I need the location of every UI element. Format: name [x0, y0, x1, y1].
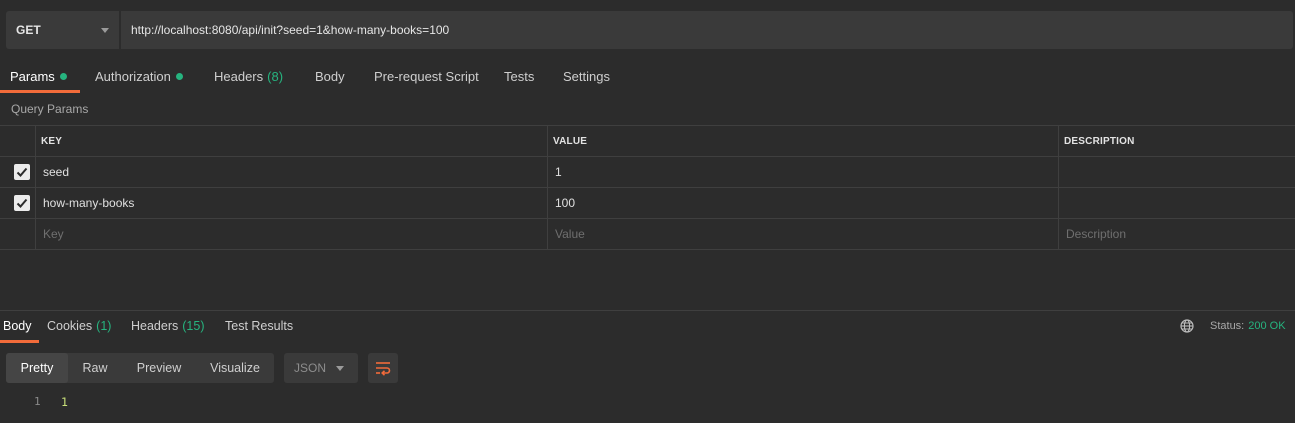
- tab-label: Body: [3, 319, 32, 333]
- key-input-placeholder[interactable]: Key: [43, 227, 64, 241]
- param-key[interactable]: how-many-books: [43, 196, 134, 210]
- active-dot-icon: [59, 73, 67, 81]
- mode-label: Pretty: [20, 361, 54, 375]
- tab-label: Test Results: [225, 319, 294, 333]
- tab-params[interactable]: Params: [10, 69, 67, 84]
- description-input-placeholder[interactable]: Description: [1066, 227, 1126, 241]
- column-divider: [35, 125, 36, 249]
- tab-label: Headers: [131, 319, 179, 333]
- param-value[interactable]: 1: [555, 165, 562, 179]
- response-tab-cookies[interactable]: Cookies (1): [47, 319, 111, 333]
- checkmark-icon: [16, 167, 28, 177]
- status-label: Status:: [1210, 320, 1245, 332]
- chevron-down-icon: [336, 366, 344, 371]
- tab-label: Pre-request Script: [374, 69, 479, 84]
- value-input-placeholder[interactable]: Value: [555, 227, 585, 241]
- tab-settings[interactable]: Settings: [563, 69, 610, 84]
- tab-label: Settings: [563, 69, 610, 84]
- checkmark-icon: [16, 198, 28, 208]
- response-status: Status: 200 OK: [1210, 320, 1286, 332]
- tab-label: Tests: [504, 69, 535, 84]
- tab-label: Headers: [214, 69, 264, 84]
- column-header-description: DESCRIPTION: [1064, 136, 1135, 147]
- column-divider: [1058, 125, 1059, 249]
- column-divider: [547, 125, 548, 249]
- pane-divider: [0, 310, 1295, 311]
- table-divider: [0, 218, 1295, 219]
- method-select[interactable]: GET: [6, 11, 119, 49]
- response-tab-headers[interactable]: Headers (15): [131, 319, 204, 333]
- tab-label: Params: [10, 69, 55, 84]
- mode-raw[interactable]: Raw: [71, 353, 119, 383]
- row-checkbox[interactable]: [14, 195, 30, 211]
- response-tab-body[interactable]: Body: [3, 319, 32, 333]
- tab-headers[interactable]: Headers (8): [214, 69, 283, 84]
- active-dot-icon: [175, 73, 183, 81]
- tab-count: (15): [182, 319, 205, 333]
- mode-label: Raw: [82, 361, 108, 375]
- tab-label: Body: [315, 69, 345, 84]
- column-header-value: VALUE: [553, 136, 588, 147]
- wrap-lines-button[interactable]: [368, 353, 398, 383]
- mode-label: Visualize: [210, 361, 260, 375]
- table-divider: [0, 187, 1295, 188]
- tab-tests[interactable]: Tests: [504, 69, 534, 84]
- table-divider: [0, 156, 1295, 157]
- mode-label: Preview: [136, 361, 182, 375]
- mode-visualize[interactable]: Visualize: [199, 353, 271, 383]
- url-text: http://localhost:8080/api/init?seed=1&ho…: [131, 23, 450, 37]
- line-number: 1: [34, 395, 41, 408]
- tab-count: (8): [267, 69, 284, 84]
- tab-body[interactable]: Body: [315, 69, 345, 84]
- tab-params-underline: [0, 90, 80, 93]
- format-label: JSON: [294, 361, 327, 375]
- globe-icon[interactable]: [1180, 319, 1194, 336]
- format-select[interactable]: JSON: [284, 353, 358, 383]
- status-badge: 200 OK: [1248, 320, 1286, 332]
- table-divider: [0, 125, 1295, 126]
- response-body-line[interactable]: 1: [61, 395, 68, 409]
- method-label: GET: [16, 23, 41, 37]
- response-tab-test-results[interactable]: Test Results: [225, 319, 293, 333]
- response-tab-body-underline: [0, 340, 39, 343]
- tab-count: (1): [96, 319, 112, 333]
- row-checkbox[interactable]: [14, 164, 30, 180]
- wrap-lines-icon: [376, 362, 391, 376]
- table-divider: [0, 249, 1295, 250]
- param-value[interactable]: 100: [555, 196, 575, 210]
- query-params-label: Query Params: [11, 102, 89, 116]
- tab-pre-request-script[interactable]: Pre-request Script: [374, 69, 479, 84]
- chevron-down-icon: [101, 28, 109, 33]
- mode-pretty[interactable]: Pretty: [6, 353, 68, 383]
- column-header-key: KEY: [41, 136, 63, 147]
- param-key[interactable]: seed: [43, 165, 69, 179]
- tab-authorization[interactable]: Authorization: [95, 69, 183, 84]
- mode-preview[interactable]: Preview: [128, 353, 190, 383]
- tab-label: Cookies: [47, 319, 93, 333]
- tab-label: Authorization: [95, 69, 171, 84]
- url-input[interactable]: http://localhost:8080/api/init?seed=1&ho…: [121, 11, 1293, 49]
